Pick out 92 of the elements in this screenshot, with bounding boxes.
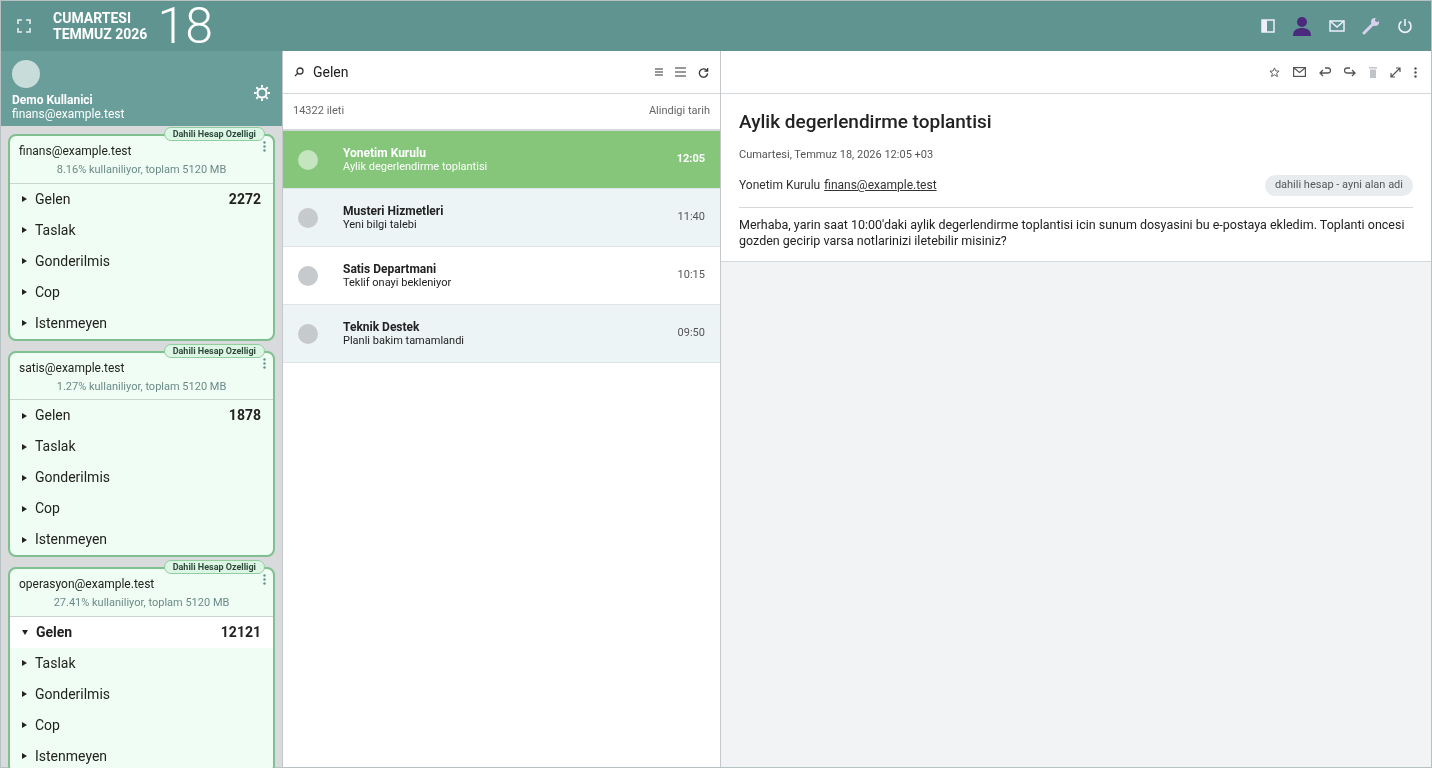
storage-usage: 8.16% kullaniliyor, toplam 5120 MB (55, 162, 228, 178)
message-count: 14322 ileti (293, 103, 345, 120)
star-icon[interactable] (1269, 66, 1280, 78)
message-sender: Teknik Destek (343, 319, 421, 334)
message-time: 10:15 (677, 267, 705, 284)
folder-item[interactable]: Cop (10, 276, 273, 308)
settings-icon[interactable] (253, 84, 271, 102)
user-name: Demo Kullanici (12, 93, 94, 107)
folder-item[interactable]: Gelen 2272 (10, 183, 273, 215)
folder-item[interactable]: Taslak (10, 647, 273, 679)
message-time: 09:50 (677, 325, 705, 342)
folder-item[interactable]: Gelen 1878 (10, 400, 273, 431)
account-badge: Dahili Hesap Ozelligi (163, 560, 265, 574)
message-subject: Aylik degerlendirme toplantisi (343, 159, 488, 174)
folder-item[interactable]: Cop (10, 493, 273, 524)
folder-item[interactable]: Gonderilmis (10, 245, 273, 277)
refresh-icon[interactable] (698, 66, 709, 78)
user-email: finans@example.test (12, 107, 126, 121)
user-icon[interactable] (1292, 16, 1312, 36)
folder-item[interactable]: Istenmeyen (10, 740, 273, 768)
folder-item[interactable]: Istenmeyen (10, 524, 273, 555)
avatar (12, 60, 40, 88)
more-icon[interactable] (263, 574, 266, 585)
account-email: finans@example.test (19, 143, 133, 160)
message-sender: Yonetim Kurulu (343, 145, 427, 160)
account-email: satis@example.test (19, 359, 126, 377)
caret-right-icon (22, 443, 27, 450)
message-row[interactable]: Musteri Hizmetleri Yeni bilgi talebi 11:40 (283, 189, 720, 247)
caret-right-icon (22, 196, 27, 202)
caret-right-icon (22, 691, 27, 697)
caret-right-icon (22, 227, 27, 233)
panel-toggle-icon[interactable] (1261, 19, 1275, 33)
menu-icon[interactable] (675, 67, 686, 77)
sender-avatar (298, 265, 318, 286)
more-icon[interactable] (1414, 66, 1417, 78)
caret-right-icon (22, 753, 27, 759)
account-email: operasyon@example.test (19, 576, 156, 593)
message-row[interactable]: Teknik Destek Planli bakim tamamlandi 09:50 (283, 305, 720, 363)
search-icon[interactable] (294, 67, 304, 77)
trash-icon[interactable] (1369, 66, 1377, 78)
month-year-label: TEMMUZ 2026 (53, 26, 148, 42)
expand-icon[interactable] (1390, 66, 1401, 78)
sender-avatar (298, 323, 318, 344)
power-icon[interactable] (1397, 18, 1413, 34)
message-subject: Aylik degerlendirme toplantisi (739, 109, 993, 135)
storage-usage: 27.41% kullaniliyor, toplam 5120 MB (52, 595, 231, 611)
day-number: 18 (157, 1, 213, 51)
more-icon[interactable] (263, 357, 266, 369)
mail-icon[interactable] (1293, 67, 1306, 77)
sender-tag: dahili hesap - ayni alan adi (1264, 175, 1413, 196)
message-body: Merhaba, yarin saat 10:00'daki aylik degerlendirme toplantisi icin sunum dosyasini bu e-postaya ekledim. Toplanti oncesi gozden gecirip varsa notlarinizi iletebilir misiniz? (739, 216, 1406, 249)
folder-title: Gelen (313, 62, 349, 82)
weekday-label: CUMARTESI (53, 10, 132, 26)
caret-right-icon (22, 320, 27, 326)
forward-icon[interactable] (1344, 66, 1356, 78)
message-subject: Teklif onayi bekleniyor (343, 275, 452, 290)
caret-right-icon (22, 722, 27, 728)
message-sender: Musteri Hizmetleri (343, 203, 444, 218)
sender-email-link[interactable]: finans@example.test (824, 176, 937, 195)
folder-item[interactable]: Gelen 12121 (10, 616, 273, 648)
message-subject: Planli bakim tamamlandi (343, 333, 464, 348)
caret-right-icon (22, 412, 27, 419)
folder-item[interactable]: Gonderilmis (10, 462, 273, 493)
folder-item[interactable]: Taslak (10, 214, 273, 246)
caret-right-icon (22, 505, 27, 512)
message-date: Cumartesi, Temmuz 18, 2026 12:05 +03 (739, 146, 935, 163)
account-badge: Dahili Hesap Ozelligi (163, 127, 265, 141)
sender-avatar (298, 149, 318, 170)
storage-usage: 1.27% kullaniliyor, toplam 5120 MB (55, 378, 228, 395)
message-time: 12:05 (676, 151, 705, 168)
caret-right-icon (22, 289, 27, 295)
caret-right-icon (22, 258, 27, 264)
folder-item[interactable]: Cop (10, 709, 273, 741)
caret-right-icon (22, 660, 27, 666)
folder-item[interactable]: Taslak (10, 431, 273, 462)
fullscreen-icon[interactable] (17, 19, 31, 33)
reply-icon[interactable] (1319, 66, 1331, 78)
sender-avatar (298, 207, 318, 228)
sender-name: Yonetim Kurulu (739, 177, 821, 195)
caret-right-icon (22, 474, 27, 481)
caret-right-icon (22, 536, 27, 543)
caret-down-icon (22, 629, 28, 635)
account-badge: Dahili Hesap Ozelligi (163, 343, 265, 358)
more-icon[interactable] (263, 141, 266, 152)
message-subject: Yeni bilgi talebi (343, 217, 418, 232)
filter-icon[interactable] (655, 68, 663, 76)
message-sender: Satis Departmani (343, 261, 438, 276)
folder-item[interactable]: Gonderilmis (10, 678, 273, 710)
wrench-icon[interactable] (1362, 17, 1380, 35)
sort-label[interactable]: Alindigi tarih (648, 103, 710, 120)
folder-item[interactable]: Istenmeyen (10, 307, 273, 339)
message-time: 11:40 (677, 209, 705, 226)
